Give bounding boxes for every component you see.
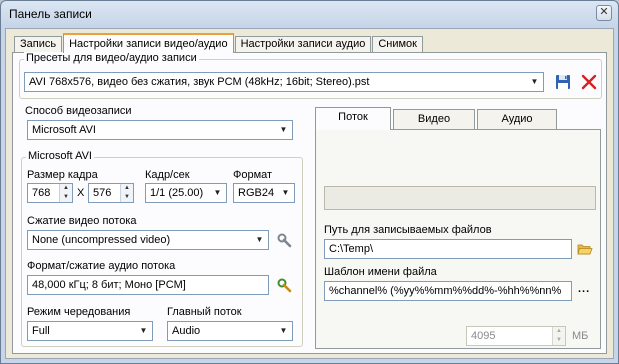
interleave-label: Режим чередования bbox=[27, 306, 131, 318]
interleave-value: Full bbox=[32, 325, 50, 337]
capture-method-label: Способ видеозаписи bbox=[25, 105, 132, 117]
avi-group-label: Microsoft AVI bbox=[26, 150, 94, 162]
frame-width-input[interactable]: 768 ▲ ▼ bbox=[27, 183, 73, 203]
presets-label: Пресеты для видео/аудио записи bbox=[24, 52, 199, 64]
spin-down-icon[interactable]: ▼ bbox=[60, 193, 72, 202]
presets-group: Пресеты для видео/аудио записи AVI 768x5… bbox=[19, 52, 602, 99]
chevron-down-icon: ▼ bbox=[255, 235, 264, 244]
preset-value: AVI 768x576, видео без сжатия, звук PCM … bbox=[29, 76, 370, 88]
capture-method-value: Microsoft AVI bbox=[32, 124, 96, 136]
chevron-down-icon: ▼ bbox=[281, 188, 290, 197]
spin-down-icon[interactable]: ▼ bbox=[553, 336, 565, 345]
close-button[interactable]: ✕ bbox=[596, 5, 612, 21]
tab-stream[interactable]: Поток bbox=[315, 107, 391, 130]
path-input[interactable]: C:\Temp\ bbox=[324, 239, 572, 259]
tab-recording[interactable]: Запись bbox=[14, 36, 63, 53]
tab-audio[interactable]: Аудио bbox=[477, 109, 557, 129]
stream-settings-area: Поток Видео Аудио Путь для записываемых … bbox=[315, 107, 601, 349]
format-select[interactable]: RGB24 ▼ bbox=[233, 183, 295, 203]
filename-template-value: %channel% (%yy%%mm%%dd%-%hh%%nn% bbox=[329, 285, 562, 297]
tab-video[interactable]: Видео bbox=[393, 109, 475, 129]
spin-up-icon[interactable]: ▲ bbox=[121, 184, 133, 193]
delete-preset-button[interactable] bbox=[580, 73, 598, 91]
spin-up-icon[interactable]: ▲ bbox=[553, 327, 565, 336]
chevron-down-icon: ▼ bbox=[279, 125, 288, 134]
delete-icon bbox=[581, 74, 597, 90]
file-size-spinner[interactable]: ▲ ▼ bbox=[552, 327, 565, 345]
chevron-down-icon: ▼ bbox=[213, 188, 222, 197]
preset-select[interactable]: AVI 768x576, видео без сжатия, звук PCM … bbox=[24, 72, 544, 92]
frame-width-value: 768 bbox=[32, 187, 51, 199]
format-value: RGB24 bbox=[238, 187, 275, 199]
browse-folder-button[interactable] bbox=[576, 240, 594, 258]
video-codec-settings-button[interactable] bbox=[275, 231, 293, 249]
stream-info-box bbox=[324, 186, 596, 210]
file-size-unit: МБ bbox=[572, 330, 589, 342]
format-label: Формат bbox=[233, 169, 273, 181]
frame-height-spinner[interactable]: ▲ ▼ bbox=[120, 184, 133, 202]
tab-audio-settings[interactable]: Настройки записи аудио bbox=[234, 36, 372, 53]
frame-size-label: Размер кадра bbox=[27, 169, 98, 181]
capture-method-select[interactable]: Microsoft AVI ▼ bbox=[27, 120, 293, 140]
master-stream-value: Audio bbox=[172, 325, 201, 337]
dialog-client-area: Запись Настройки записи видео/аудио Наст… bbox=[5, 28, 614, 359]
frame-height-value: 576 bbox=[93, 187, 112, 199]
title-bar: Панель записи ✕ bbox=[1, 1, 618, 29]
frame-width-spinner[interactable]: ▲ ▼ bbox=[59, 184, 72, 202]
fps-select[interactable]: 1/1 (25.00) ▼ bbox=[145, 183, 227, 203]
save-preset-button[interactable] bbox=[554, 73, 572, 91]
chevron-down-icon: ▼ bbox=[530, 77, 539, 86]
recording-panel-window: Панель записи ✕ Запись Настройки записи … bbox=[0, 0, 619, 364]
master-stream-label: Главный поток bbox=[167, 306, 242, 318]
main-tabs: Запись Настройки записи видео/аудио Наст… bbox=[14, 33, 424, 53]
audio-settings-icon bbox=[277, 278, 292, 293]
frame-height-input[interactable]: 576 ▲ ▼ bbox=[88, 183, 134, 203]
filename-template-label: Шаблон имени файла bbox=[324, 266, 437, 278]
audio-format-label: Формат/сжатие аудио потока bbox=[27, 260, 176, 272]
tab-snapshot[interactable]: Снимок bbox=[372, 36, 423, 53]
file-size-limit-input[interactable]: 4095 ▲ ▼ bbox=[466, 326, 566, 346]
window-title: Панель записи bbox=[9, 7, 92, 21]
fps-value: 1/1 (25.00) bbox=[150, 187, 204, 199]
audio-format-field[interactable]: 48,000 кГц; 8 бит; Моно [PCM] bbox=[27, 275, 269, 295]
file-size-limit-value: 4095 bbox=[471, 330, 496, 342]
template-options-button[interactable]: ... bbox=[578, 283, 590, 295]
filename-template-input[interactable]: %channel% (%yy%%mm%%dd%-%hh%%nn% bbox=[324, 281, 572, 301]
path-value: C:\Temp\ bbox=[329, 243, 374, 255]
save-icon bbox=[556, 75, 570, 89]
path-label: Путь для записываемых файлов bbox=[324, 224, 492, 236]
fps-label: Кадр/сек bbox=[145, 169, 190, 181]
audio-format-value: 48,000 кГц; 8 бит; Моно [PCM] bbox=[32, 279, 186, 291]
tab-video-audio-settings[interactable]: Настройки записи видео/аудио bbox=[63, 33, 234, 53]
video-compression-select[interactable]: None (uncompressed video) ▼ bbox=[27, 230, 269, 250]
wrench-icon bbox=[277, 233, 292, 248]
audio-codec-settings-button[interactable] bbox=[275, 276, 293, 294]
interleave-select[interactable]: Full ▼ bbox=[27, 321, 153, 341]
tab-panel: Пресеты для видео/аудио записи AVI 768x5… bbox=[12, 52, 607, 354]
spin-up-icon[interactable]: ▲ bbox=[60, 184, 72, 193]
video-compression-value: None (uncompressed video) bbox=[32, 234, 171, 246]
video-compression-label: Сжатие видео потока bbox=[27, 215, 137, 227]
frame-size-separator: X bbox=[77, 187, 85, 199]
chevron-down-icon: ▼ bbox=[139, 326, 148, 335]
chevron-down-icon: ▼ bbox=[279, 326, 288, 335]
folder-icon bbox=[577, 244, 593, 255]
spin-down-icon[interactable]: ▼ bbox=[121, 193, 133, 202]
stream-tab-panel: Путь для записываемых файлов C:\Temp\ Ша… bbox=[315, 129, 601, 349]
master-stream-select[interactable]: Audio ▼ bbox=[167, 321, 293, 341]
